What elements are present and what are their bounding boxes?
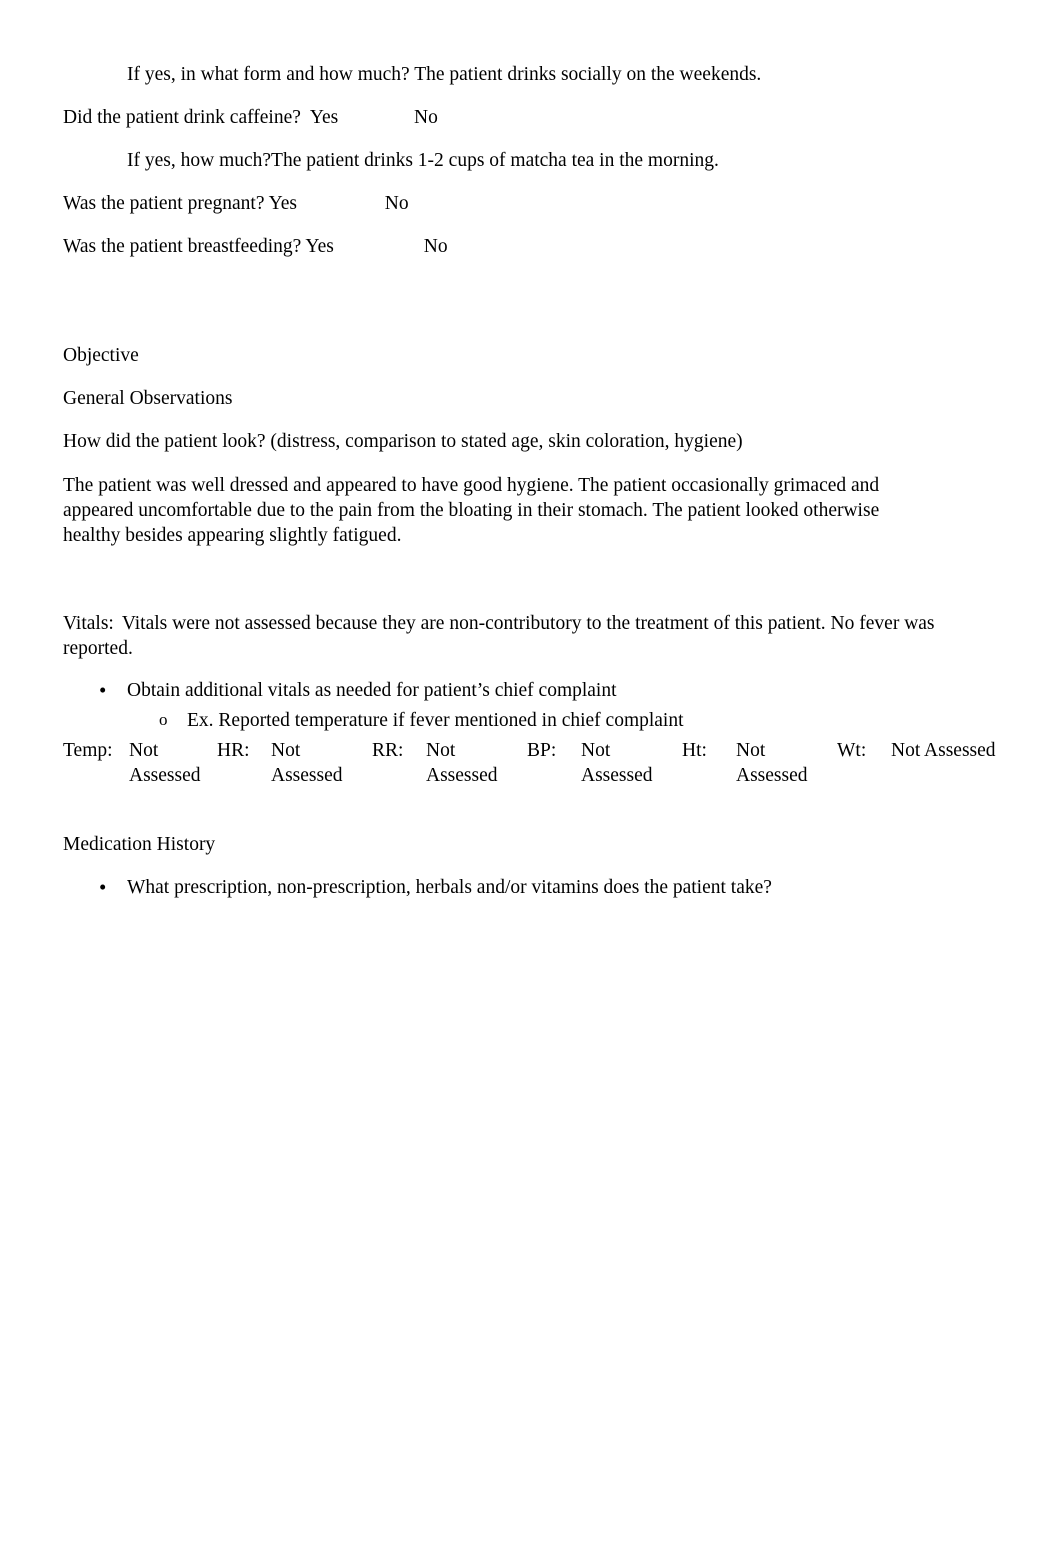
bp-label: BP: bbox=[527, 740, 557, 762]
vitals-bullet-list: Obtain additional vitals as needed for p… bbox=[63, 678, 935, 734]
medication-history-bullet-list: What prescription, non-prescription, her… bbox=[63, 875, 935, 901]
caffeine-followup-line: If yes, how much?The patient drinks 1-2 … bbox=[127, 149, 719, 171]
hr-value: Not Assessed bbox=[271, 740, 343, 787]
caffeine-question-line: Did the patient drink caffeine? Yes No bbox=[63, 106, 438, 128]
rr-value: Not Assessed bbox=[426, 740, 498, 787]
document-page: If yes, in what form and how much? The p… bbox=[0, 0, 1062, 1561]
rr-label: RR: bbox=[372, 740, 404, 762]
breastfeeding-question-line: Was the patient breastfeeding? Yes No bbox=[63, 235, 448, 257]
general-observations-heading: General Observations bbox=[63, 387, 233, 409]
objective-heading: Objective bbox=[63, 344, 139, 366]
list-item: Ex. Reported temperature if fever mentio… bbox=[63, 709, 935, 734]
wt-label: Wt: bbox=[837, 740, 867, 762]
hr-label: HR: bbox=[217, 740, 250, 762]
patient-look-question: How did the patient look? (distress, com… bbox=[63, 430, 743, 452]
vitals-table-wrapper: Temp: Not Assessed HR: Not Assessed RR: … bbox=[63, 739, 996, 789]
wt-value: Not Assessed bbox=[891, 740, 996, 762]
pregnant-question-line: Was the patient pregnant? Yes No bbox=[63, 192, 409, 214]
vitals-note: Vitals: Vitals were not assessed because … bbox=[63, 611, 935, 662]
ht-label: Ht: bbox=[682, 740, 707, 762]
vitals-table: Temp: Not Assessed HR: Not Assessed RR: … bbox=[63, 739, 1011, 789]
alcohol-followup-line: If yes, in what form and how much? The p… bbox=[127, 64, 762, 85]
temp-label: Temp: bbox=[63, 740, 113, 762]
list-item: What prescription, non-prescription, her… bbox=[63, 875, 935, 901]
list-item: Obtain additional vitals as needed for p… bbox=[63, 678, 935, 704]
table-row: Temp: Not Assessed HR: Not Assessed RR: … bbox=[63, 739, 1011, 789]
temp-value: Not Assessed bbox=[129, 740, 201, 787]
bp-value: Not Assessed bbox=[581, 740, 653, 787]
patient-look-answer: The patient was well dressed and appeare… bbox=[63, 474, 880, 547]
document-body: If yes, in what form and how much? The p… bbox=[63, 63, 996, 901]
medication-history-heading: Medication History bbox=[63, 834, 216, 856]
ht-value: Not Assessed bbox=[736, 740, 808, 787]
vitals-note-text: Vitals were not assessed because they ar… bbox=[63, 612, 935, 659]
vitals-label: Vitals: bbox=[63, 612, 114, 634]
